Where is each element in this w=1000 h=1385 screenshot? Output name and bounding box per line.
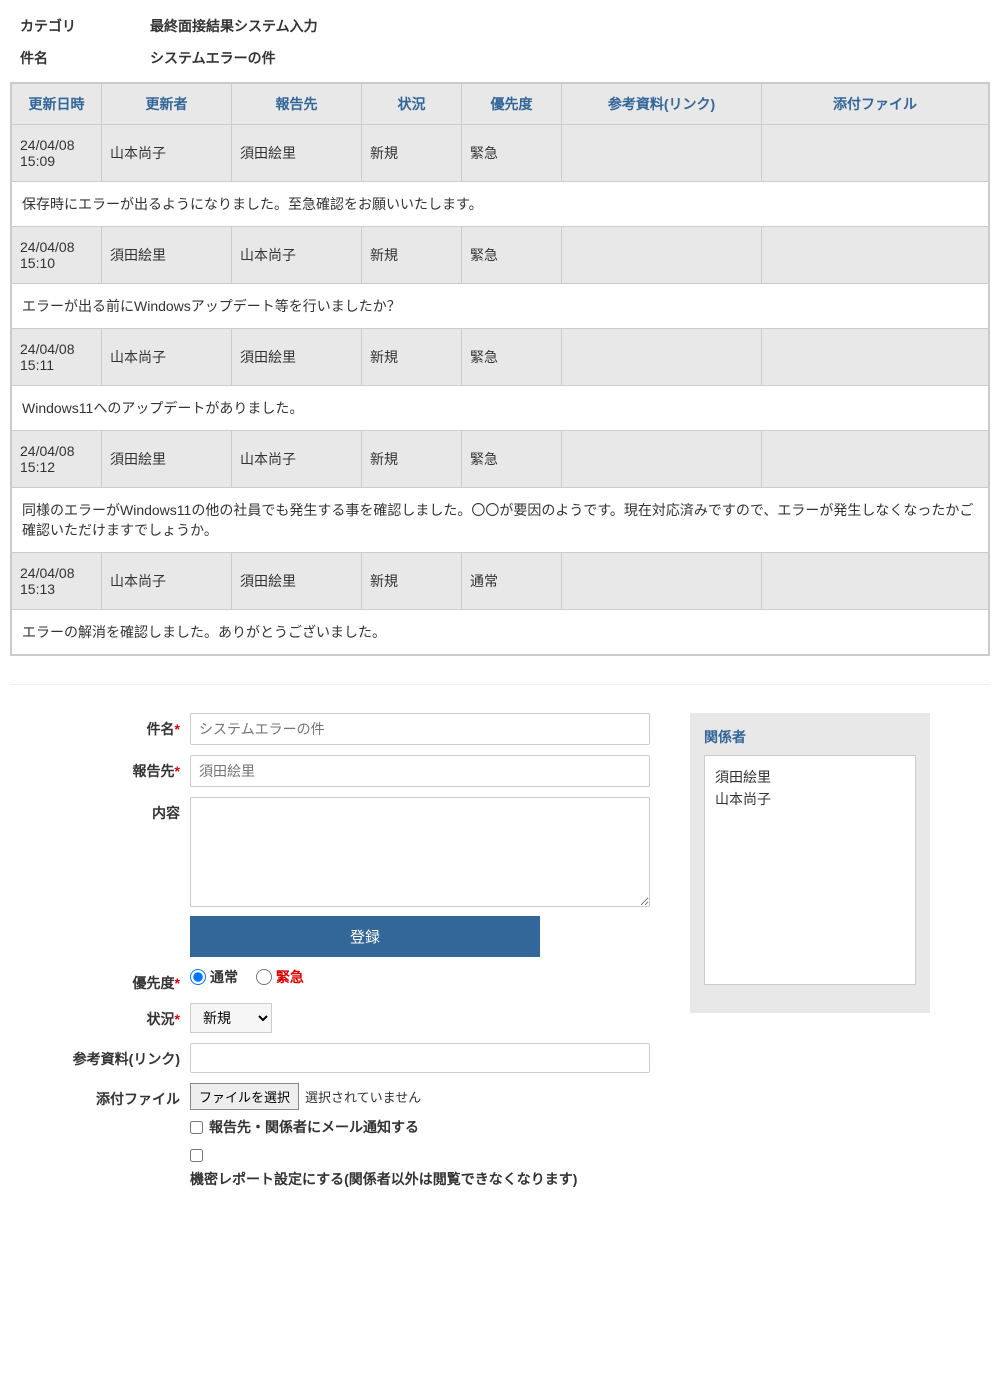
cell-priority: 緊急 — [462, 329, 562, 386]
table-row: 24/04/08 15:09山本尚子須田絵里新規緊急 — [12, 125, 989, 182]
header-subject: 件名 システムエラーの件 — [10, 42, 990, 74]
table-row: 24/04/08 15:13山本尚子須田絵里新規通常 — [12, 553, 989, 610]
cell-priority: 緊急 — [462, 431, 562, 488]
form-wrap: 件名* 報告先* 内容 登録 優先度* 通常 緊急 状況* 新 — [10, 713, 990, 1199]
content-textarea[interactable] — [190, 797, 650, 907]
message-row: Windows11へのアップデートがありました。 — [12, 386, 989, 431]
submit-button[interactable]: 登録 — [190, 916, 540, 957]
subject-field-label: 件名* — [10, 713, 190, 739]
cell-reference — [562, 125, 762, 182]
form-left: 件名* 報告先* 内容 登録 優先度* 通常 緊急 状況* 新 — [10, 713, 650, 1199]
cell-report: 須田絵里 — [232, 125, 362, 182]
related-panel: 関係者 須田絵里山本尚子 — [690, 713, 930, 1013]
cell-report: 山本尚子 — [232, 431, 362, 488]
priority-normal-option[interactable]: 通常 — [190, 967, 238, 987]
message-row: エラーの解消を確認しました。ありがとうございました。 — [12, 610, 989, 655]
priority-field-label: 優先度* — [10, 967, 190, 993]
col-status: 状況 — [362, 84, 462, 125]
cell-updater: 須田絵里 — [102, 431, 232, 488]
cell-priority: 緊急 — [462, 227, 562, 284]
table-row: 24/04/08 15:12須田絵里山本尚子新規緊急 — [12, 431, 989, 488]
cell-status: 新規 — [362, 329, 462, 386]
header-category: カテゴリ 最終面接結果システム入力 — [10, 10, 990, 42]
col-attachment: 添付ファイル — [762, 84, 989, 125]
cell-attachment — [762, 431, 989, 488]
col-date: 更新日時 — [12, 84, 102, 125]
attachment-field-label: 添付ファイル — [10, 1083, 190, 1109]
cell-attachment — [762, 227, 989, 284]
cell-attachment — [762, 329, 989, 386]
separator — [10, 684, 990, 685]
file-select-button[interactable]: ファイルを選択 — [190, 1083, 299, 1110]
cell-date: 24/04/08 15:13 — [12, 553, 102, 610]
cell-attachment — [762, 553, 989, 610]
message-cell: Windows11へのアップデートがありました。 — [12, 386, 989, 431]
subject-value: システムエラーの件 — [150, 48, 276, 68]
col-report: 報告先 — [232, 84, 362, 125]
cell-date: 24/04/08 15:10 — [12, 227, 102, 284]
cell-reference — [562, 553, 762, 610]
cell-date: 24/04/08 15:12 — [12, 431, 102, 488]
subject-input[interactable] — [190, 713, 650, 745]
message-row: エラーが出る前にWindowsアップデート等を行いましたか？ — [12, 284, 989, 329]
cell-report: 須田絵里 — [232, 329, 362, 386]
category-label: カテゴリ — [20, 16, 150, 36]
related-title: 関係者 — [704, 727, 916, 747]
priority-urgent-option[interactable]: 緊急 — [256, 967, 304, 987]
col-updater: 更新者 — [102, 84, 232, 125]
message-cell: 保存時にエラーが出るようになりました。至急確認をお願いいたします。 — [12, 182, 989, 227]
cell-priority: 通常 — [462, 553, 562, 610]
cell-attachment — [762, 125, 989, 182]
cell-status: 新規 — [362, 431, 462, 488]
subject-label: 件名 — [20, 48, 150, 68]
file-none-text: 選択されていません — [305, 1090, 421, 1105]
history-header-row: 更新日時 更新者 報告先 状況 優先度 参考資料(リンク) 添付ファイル — [12, 84, 989, 125]
notify-checkbox[interactable] — [190, 1121, 203, 1134]
history-table-container: 更新日時 更新者 報告先 状況 優先度 参考資料(リンク) 添付ファイル 24/… — [10, 82, 990, 656]
cell-reference — [562, 329, 762, 386]
reportto-input[interactable] — [190, 755, 650, 787]
message-cell: 同様のエラーがWindows11の他の社員でも発生する事を確認しました。〇〇が要… — [12, 488, 989, 553]
reference-input[interactable] — [190, 1043, 650, 1073]
cell-date: 24/04/08 15:11 — [12, 329, 102, 386]
status-field-label: 状況* — [10, 1003, 190, 1029]
table-row: 24/04/08 15:10須田絵里山本尚子新規緊急 — [12, 227, 989, 284]
message-row: 同様のエラーがWindows11の他の社員でも発生する事を確認しました。〇〇が要… — [12, 488, 989, 553]
message-cell: エラーの解消を確認しました。ありがとうございました。 — [12, 610, 989, 655]
cell-updater: 山本尚子 — [102, 553, 232, 610]
message-row: 保存時にエラーが出るようになりました。至急確認をお願いいたします。 — [12, 182, 989, 227]
cell-priority: 緊急 — [462, 125, 562, 182]
cell-report: 須田絵里 — [232, 553, 362, 610]
cell-updater: 須田絵里 — [102, 227, 232, 284]
cell-status: 新規 — [362, 125, 462, 182]
cell-date: 24/04/08 15:09 — [12, 125, 102, 182]
related-member: 須田絵里 — [715, 766, 905, 788]
content-field-label: 内容 — [10, 797, 190, 823]
history-table: 更新日時 更新者 報告先 状況 優先度 参考資料(リンク) 添付ファイル 24/… — [11, 83, 989, 655]
confidential-checkbox[interactable] — [190, 1149, 203, 1162]
message-cell: エラーが出る前にWindowsアップデート等を行いましたか？ — [12, 284, 989, 329]
category-value: 最終面接結果システム入力 — [150, 16, 318, 36]
related-member: 山本尚子 — [715, 788, 905, 810]
col-priority: 優先度 — [462, 84, 562, 125]
cell-status: 新規 — [362, 227, 462, 284]
priority-normal-radio[interactable] — [190, 969, 206, 985]
cell-reference — [562, 227, 762, 284]
confidential-label: 機密レポート設定にする(関係者以外は閲覧できなくなります) — [190, 1170, 650, 1190]
notify-label: 報告先・関係者にメール通知する — [209, 1118, 419, 1138]
cell-status: 新規 — [362, 553, 462, 610]
related-list: 須田絵里山本尚子 — [704, 755, 916, 985]
table-row: 24/04/08 15:11山本尚子須田絵里新規緊急 — [12, 329, 989, 386]
cell-updater: 山本尚子 — [102, 329, 232, 386]
cell-reference — [562, 431, 762, 488]
cell-report: 山本尚子 — [232, 227, 362, 284]
status-select[interactable]: 新規 — [190, 1003, 272, 1033]
priority-urgent-radio[interactable] — [256, 969, 272, 985]
cell-updater: 山本尚子 — [102, 125, 232, 182]
reportto-field-label: 報告先* — [10, 755, 190, 781]
reference-field-label: 参考資料(リンク) — [10, 1043, 190, 1069]
col-reference: 参考資料(リンク) — [562, 84, 762, 125]
